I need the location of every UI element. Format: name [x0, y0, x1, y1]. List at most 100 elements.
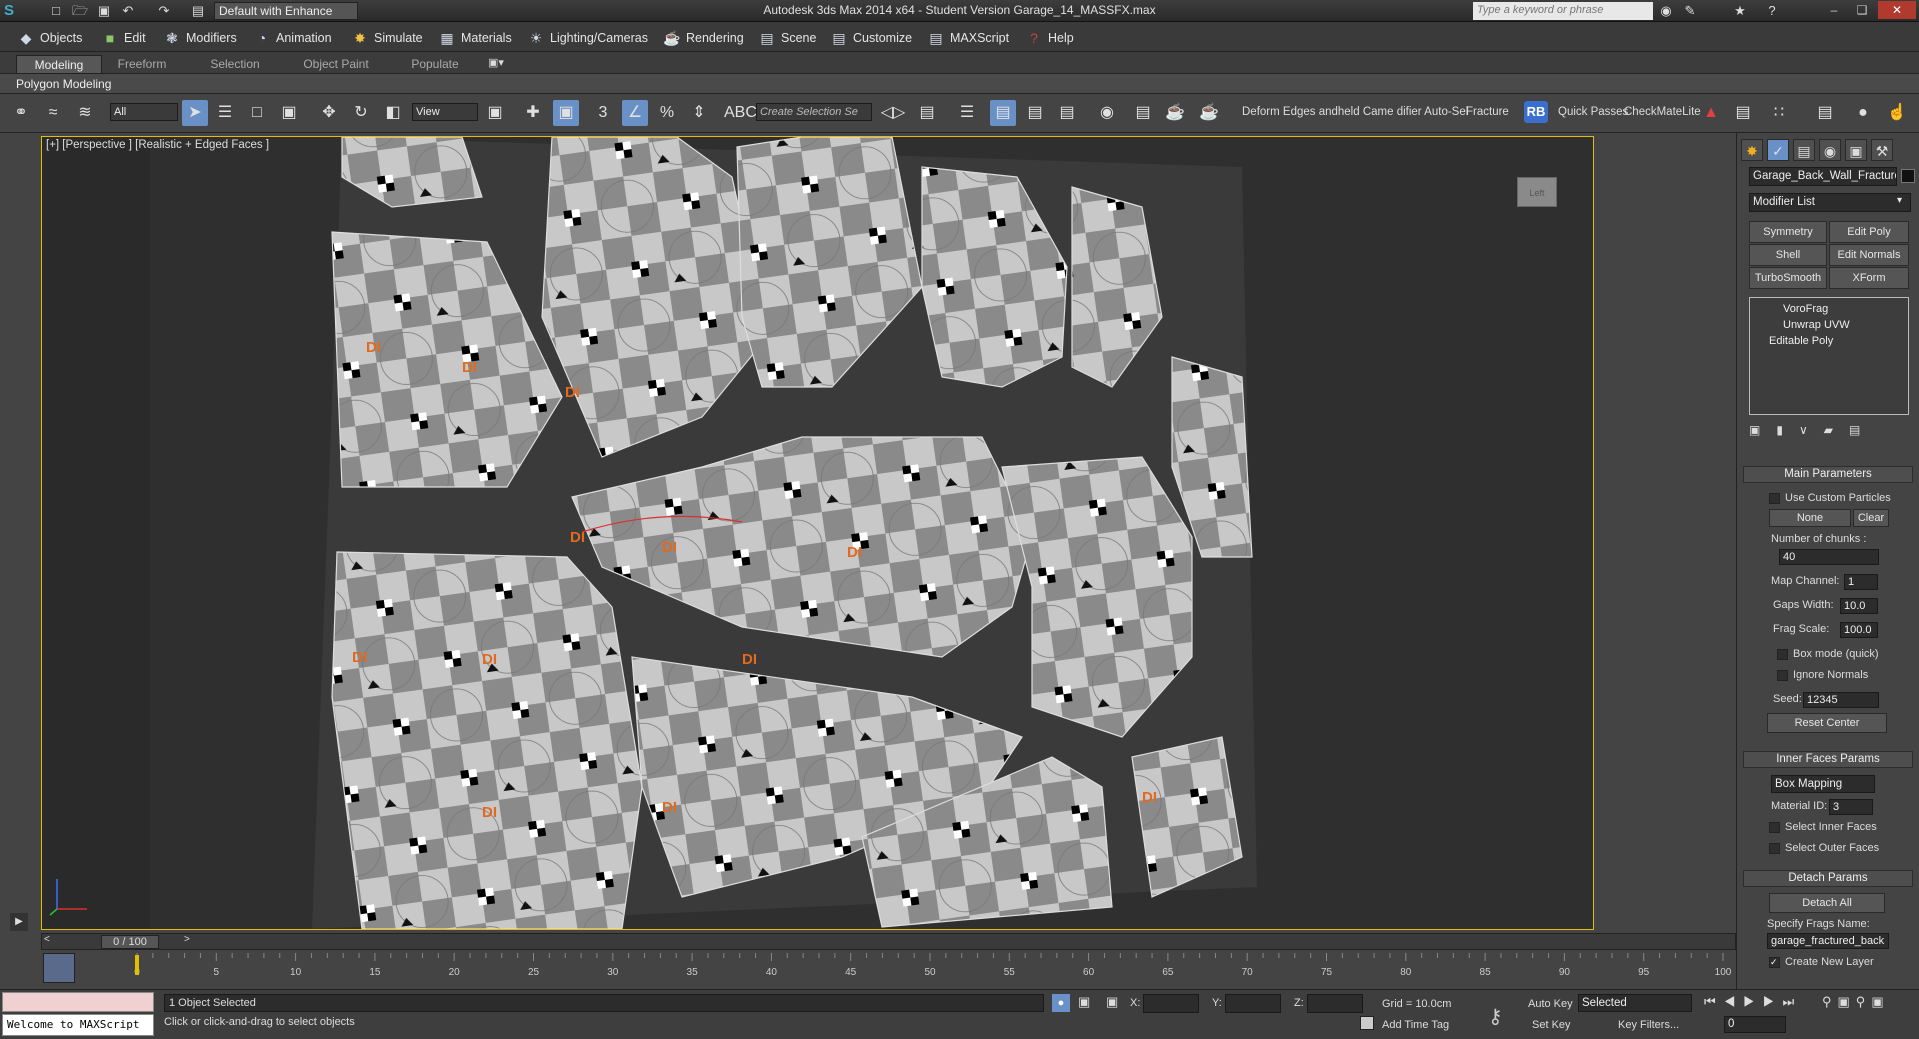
modifier-list-dropdown[interactable]: Modifier List	[1749, 193, 1911, 212]
percent-snap-icon[interactable]: %	[654, 100, 680, 126]
current-frame-field[interactable]: 0	[1724, 1016, 1786, 1033]
restore-button[interactable]: ❑	[1848, 1, 1876, 19]
window-crossing-icon[interactable]: ▣	[276, 100, 302, 126]
menu-modifiers[interactable]: ❃ Modifiers	[162, 28, 237, 48]
rb-icon[interactable]: RB	[1524, 101, 1548, 123]
tab-selection[interactable]: Selection	[192, 55, 278, 73]
named-selection-dropdown[interactable]: Create Selection Se	[756, 103, 872, 121]
material-editor-icon[interactable]: ◉	[1094, 100, 1120, 126]
lock-selection-icon[interactable]: ▣	[1078, 994, 1090, 1010]
add-time-tag[interactable]: Add Time Tag	[1382, 1019, 1449, 1031]
select-outer-faces-checkbox[interactable]	[1769, 843, 1780, 854]
move-icon[interactable]: ✥	[316, 100, 342, 126]
menu-materials[interactable]: ▦ Materials	[437, 28, 511, 48]
current-frame-marker[interactable]	[135, 955, 139, 975]
menu-simulate[interactable]: ✸ Simulate	[350, 28, 423, 48]
custom-script-buttons[interactable]: Deform Edges andheld Came difier Auto-Se…	[1242, 106, 1468, 118]
viewport-navigation[interactable]: ⚲▣⚲▣	[1822, 994, 1890, 1010]
render-setup-icon[interactable]: ▤	[1130, 100, 1156, 126]
maxscript-listener[interactable]: Welcome to MAXScript	[2, 1014, 154, 1036]
binoculars-icon[interactable]: ◉	[1658, 3, 1674, 19]
bind-space-warp-icon[interactable]: ≋	[72, 100, 98, 126]
time-tag-icon[interactable]	[1360, 1016, 1374, 1030]
unlink-icon[interactable]: ≈	[40, 100, 66, 126]
spinner-snap-icon[interactable]: ⇕	[686, 100, 712, 126]
object-name-field[interactable]: Garage_Back_Wall_Fracture	[1749, 167, 1897, 186]
timeline[interactable]: < 0 / 100 > 0510152025303540455055606570…	[41, 933, 1736, 987]
number-of-chunks-field[interactable]: 40	[1779, 549, 1879, 565]
none-button[interactable]: None	[1769, 509, 1851, 527]
link-icon[interactable]: ⚭	[8, 100, 34, 126]
help-icon[interactable]: ?	[1764, 3, 1780, 19]
box-mode-checkbox[interactable]	[1777, 649, 1788, 660]
absolute-mode-icon[interactable]: ▣	[1106, 994, 1118, 1010]
tool-icon-2[interactable]: ▤	[1730, 100, 1756, 126]
ribbon-options-icon[interactable]: ▣▾	[488, 56, 504, 69]
select-inner-faces-checkbox[interactable]	[1769, 822, 1780, 833]
edit-named-selection-icon[interactable]: ABC	[724, 100, 757, 126]
modifier-stack[interactable]: VoroFrag Unwrap UVW Editable Poly	[1749, 297, 1909, 415]
next-frame-icon[interactable]: >	[184, 934, 190, 945]
mirror-icon[interactable]: ◁▷	[880, 100, 906, 126]
shell-button[interactable]: Shell	[1749, 244, 1827, 266]
manipulate-icon[interactable]: ▣	[553, 100, 579, 126]
tool-icon-6[interactable]: ☝	[1884, 100, 1910, 126]
reference-coordinate-dropdown[interactable]: View	[412, 103, 478, 121]
y-coordinate-field[interactable]	[1225, 994, 1281, 1013]
display-tab-icon[interactable]: ▣	[1845, 139, 1867, 161]
rotate-icon[interactable]: ↻	[348, 100, 374, 126]
symmetry-button[interactable]: Symmetry	[1749, 221, 1827, 243]
menu-scene[interactable]: ▤ Scene	[757, 28, 816, 48]
tab-populate[interactable]: Populate	[390, 55, 480, 73]
render-icon[interactable]: ☕	[1196, 100, 1222, 126]
tool-icon-1[interactable]: ▲	[1698, 100, 1724, 126]
pivot-center-icon[interactable]: ▣	[482, 100, 508, 126]
frag-scale-field[interactable]: 100.0	[1840, 622, 1878, 638]
create-new-layer-checkbox[interactable]: ✓	[1769, 957, 1780, 968]
key-mode-dropdown[interactable]: Selected	[1578, 994, 1692, 1012]
curve-editor-icon[interactable]: ▤	[1022, 100, 1048, 126]
turbosmooth-button[interactable]: TurboSmooth	[1749, 267, 1827, 289]
set-key-button[interactable]: Set Key	[1532, 1019, 1571, 1031]
checkmate-button[interactable]: CheckMateLite	[1624, 106, 1701, 118]
edit-poly-button[interactable]: Edit Poly	[1829, 221, 1909, 243]
stack-item-vorofrag[interactable]: VoroFrag	[1753, 302, 1828, 317]
reset-center-button[interactable]: Reset Center	[1767, 713, 1887, 733]
transform-gizmo-icon[interactable]: ✚	[520, 100, 546, 126]
playback-controls[interactable]: ⏮◀▶▶⏭	[1704, 994, 1802, 1010]
tool-icon-4[interactable]: ▤	[1812, 100, 1838, 126]
motion-tab-icon[interactable]: ◉	[1819, 139, 1841, 161]
frags-name-field[interactable]: garage_fractured_back	[1767, 933, 1889, 949]
quick-passes-button[interactable]: Quick Passes	[1558, 106, 1628, 118]
layer-manager-icon[interactable]: ☰	[954, 100, 980, 126]
select-object-icon[interactable]: ➤	[182, 100, 208, 126]
time-slider[interactable]: < 0 / 100 >	[41, 933, 1736, 950]
subscription-icon[interactable]: ✎	[1682, 3, 1698, 19]
tab-object-paint[interactable]: Object Paint	[288, 55, 384, 73]
viewport-label[interactable]: [+] [Perspective ] [Realistic + Edged Fa…	[46, 139, 269, 151]
align-icon[interactable]: ▤	[914, 100, 940, 126]
material-id-field[interactable]: 3	[1829, 799, 1873, 815]
menu-edit[interactable]: ■ Edit	[100, 28, 146, 48]
create-tab-icon[interactable]: ✸	[1741, 139, 1763, 161]
isolate-selection-icon[interactable]: ●	[1052, 994, 1070, 1012]
menu-rendering[interactable]: ☕ Rendering	[662, 28, 743, 48]
map-channel-field[interactable]: 1	[1844, 574, 1878, 590]
menu-customize[interactable]: ▤ Customize	[829, 28, 912, 48]
fracture-button[interactable]: Fracture	[1466, 106, 1509, 118]
x-coordinate-field[interactable]	[1143, 994, 1199, 1013]
stack-item-unwrap-uvw[interactable]: Unwrap UVW	[1753, 318, 1850, 333]
tool-icon-5[interactable]: ●	[1850, 100, 1876, 126]
tab-freeform[interactable]: Freeform	[102, 55, 182, 73]
expand-track-icon[interactable]: ▶	[10, 913, 28, 931]
menu-lighting-cameras[interactable]: ☀ Lighting/Cameras	[526, 28, 648, 48]
main-parameters-rollout[interactable]: Main Parameters	[1743, 466, 1913, 483]
menu-help[interactable]: ? Help	[1024, 28, 1074, 48]
search-input[interactable]: Type a keyword or phrase	[1473, 2, 1653, 20]
modify-tab-icon[interactable]: ✓	[1767, 139, 1789, 161]
mini-curve-editor-icon[interactable]	[43, 953, 75, 983]
use-custom-particles-checkbox[interactable]	[1769, 493, 1780, 504]
hierarchy-tab-icon[interactable]: ▤	[1793, 139, 1815, 161]
selection-filter-dropdown[interactable]: All	[110, 103, 178, 121]
polygon-modeling-label[interactable]: Polygon Modeling	[16, 77, 111, 91]
